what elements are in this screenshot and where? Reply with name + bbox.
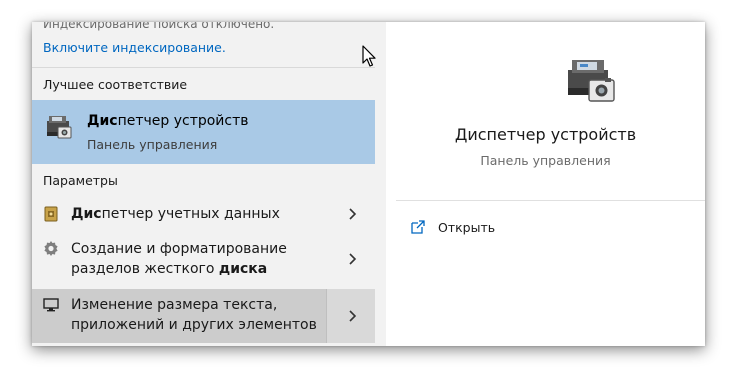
divider — [32, 67, 375, 68]
chevron-right-icon[interactable] — [345, 252, 359, 266]
settings-item-credential-manager[interactable]: Диспетчер учетных данных — [32, 200, 375, 228]
disk-management-icon — [44, 241, 58, 256]
best-match-header: Лучшее соответствие — [43, 77, 188, 92]
enable-indexing-link[interactable]: Включите индексирование. — [43, 40, 226, 55]
device-manager-icon — [568, 60, 615, 102]
search-results-panel: Индексирование поиска отключено. Включит… — [32, 22, 705, 346]
preview-title: Диспетчер устройств — [454, 125, 637, 144]
list-scroll-area — [375, 22, 386, 346]
mouse-cursor-icon — [362, 45, 376, 67]
chevron-right-icon[interactable] — [345, 309, 359, 323]
results-list: Индексирование поиска отключено. Включит… — [32, 22, 375, 346]
preview-subtitle: Панель управления — [480, 153, 611, 168]
settings-item-label: Изменение размера текста, приложений и др… — [71, 297, 317, 333]
chevron-right-icon[interactable] — [345, 207, 359, 221]
settings-item-text-size[interactable]: Изменение размера текста, приложений и др… — [32, 289, 375, 343]
settings-header: Параметры — [43, 173, 118, 188]
divider — [396, 200, 705, 201]
credential-manager-icon — [44, 206, 58, 222]
device-manager-icon — [47, 116, 72, 139]
preview-pane: Диспетчер устройств Панель управления От… — [386, 22, 705, 346]
open-external-icon — [411, 220, 425, 234]
best-match-item-device-manager[interactable]: Диспетчер устройств Панель управления — [32, 100, 375, 164]
settings-item-label: Диспетчер учетных данных — [71, 206, 280, 222]
display-icon — [43, 298, 59, 312]
settings-item-disk-partitions[interactable]: Создание и форматирование разделов жестко… — [32, 234, 375, 282]
indexing-disabled-notice: Индексирование поиска отключено. — [43, 22, 275, 31]
best-match-title: Диспетчер устройств — [87, 113, 249, 129]
settings-item-label: Создание и форматирование разделов жестко… — [71, 241, 287, 277]
open-label: Открыть — [438, 220, 496, 235]
best-match-subtitle: Панель управления — [87, 137, 218, 152]
